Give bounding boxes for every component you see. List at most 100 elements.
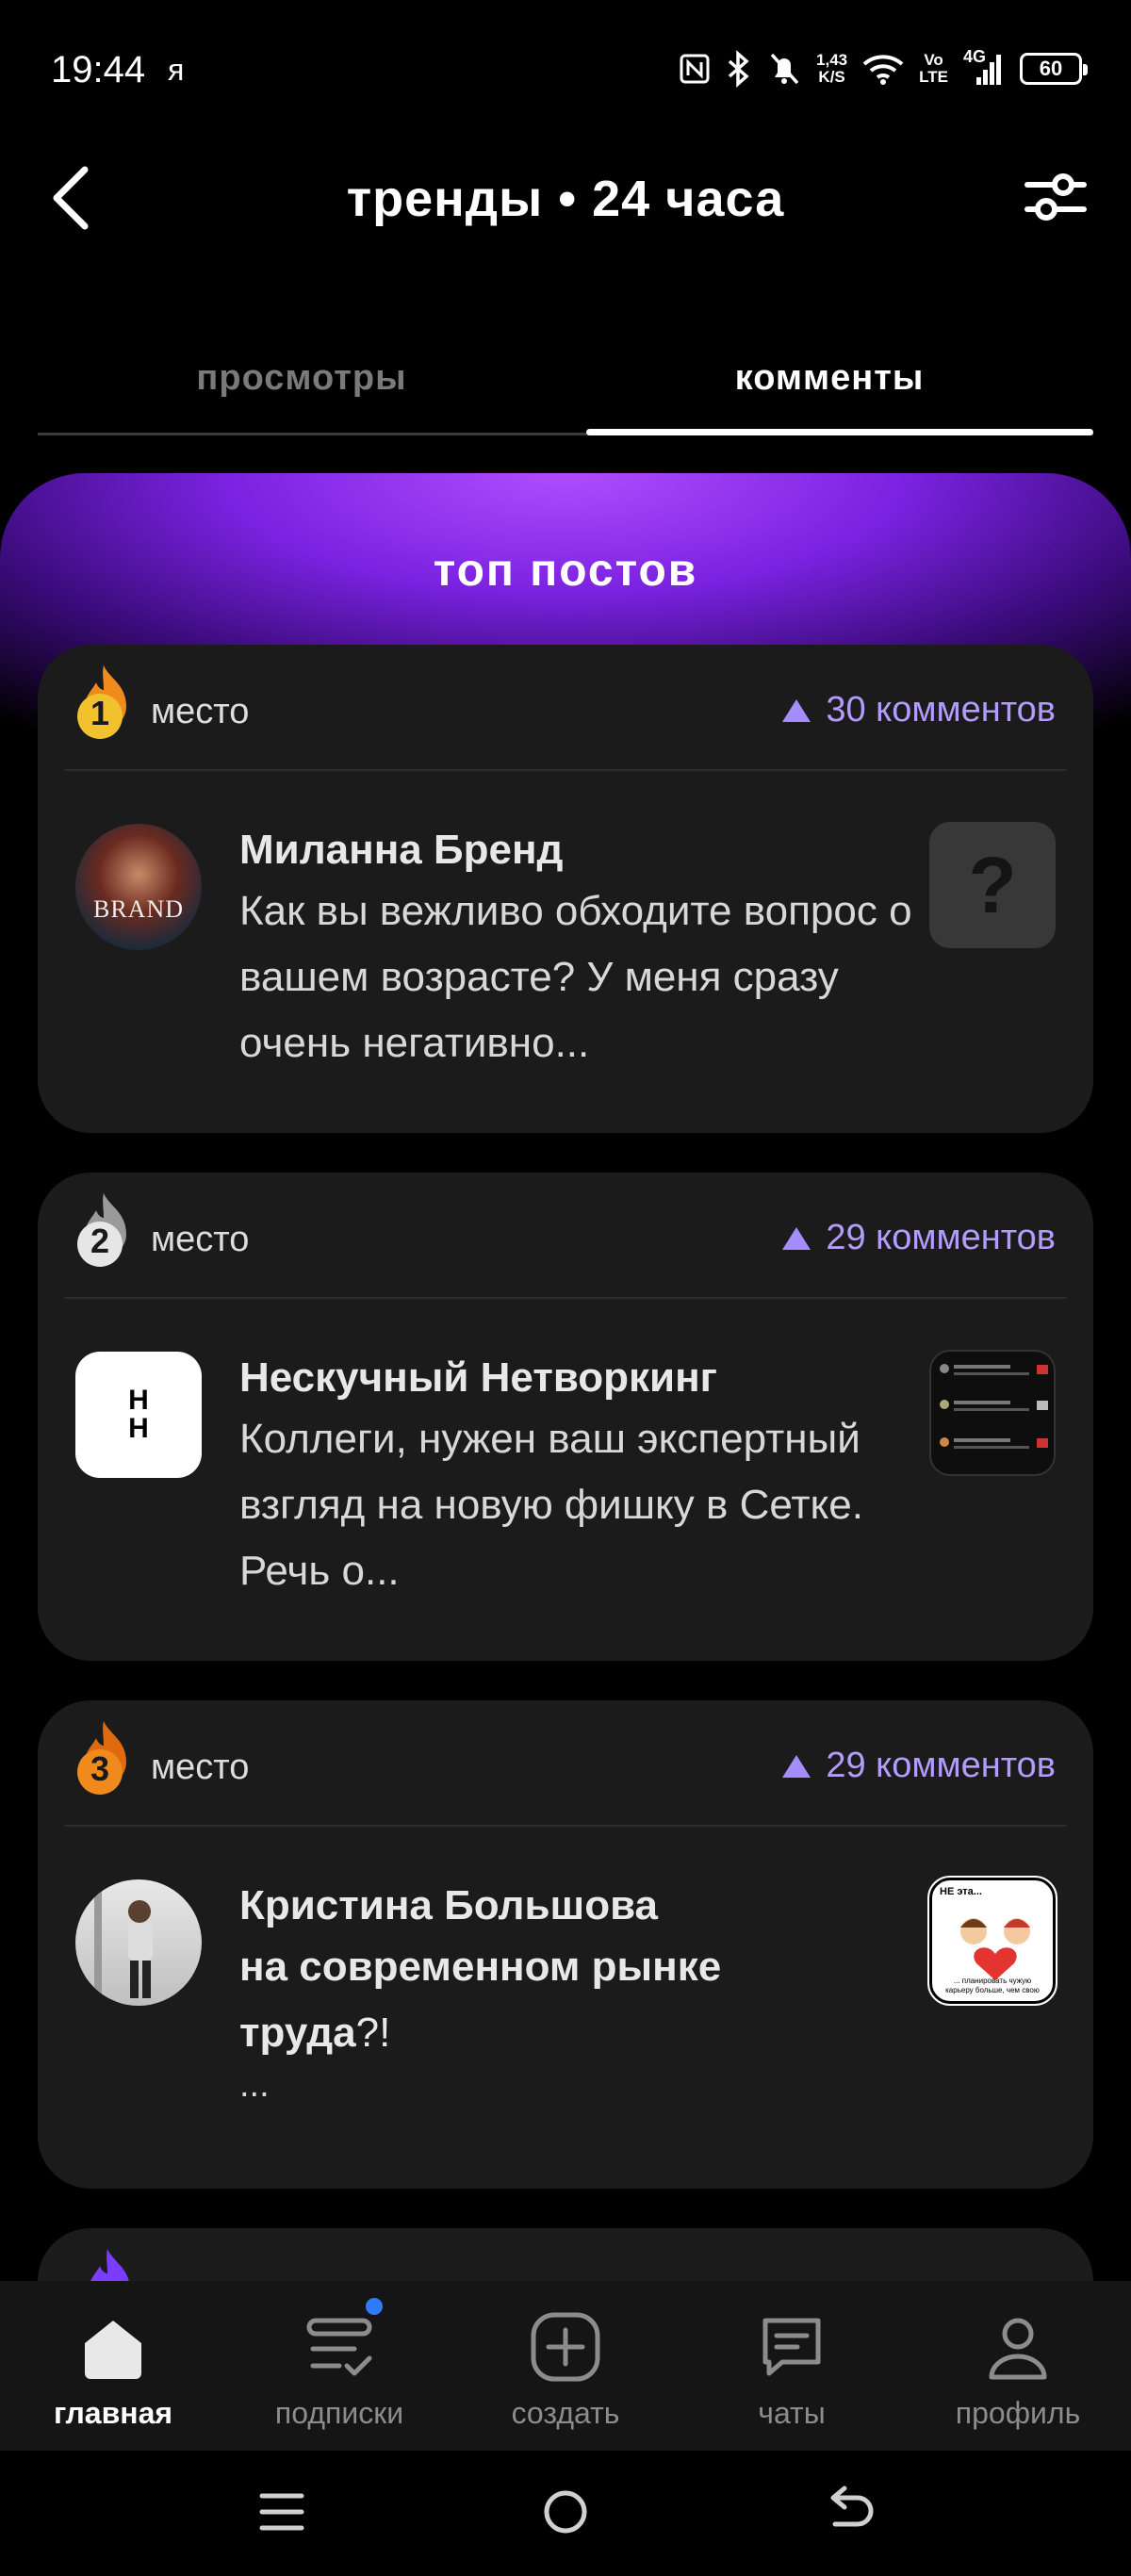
signal-icon: 4G — [963, 47, 1005, 87]
divider — [64, 769, 1067, 771]
nav-create[interactable]: создать — [452, 2281, 679, 2451]
post-excerpt: Как вы вежливо обходите вопрос о вашем в… — [239, 888, 912, 1066]
place-label: место — [151, 1747, 250, 1787]
card-header: 3 место 29 комментов — [38, 1700, 1093, 1825]
mute-bell-icon — [767, 51, 801, 87]
comments-count-text: 29 комментов — [826, 1746, 1056, 1785]
triangle-up-icon — [782, 1226, 811, 1250]
rank-number: 3 — [90, 1749, 110, 1788]
card-header: 2 место 29 комментов — [38, 1173, 1093, 1297]
post-thumbnail[interactable]: ? — [929, 822, 1056, 948]
post-thumbnail[interactable]: НЕ эта... ... планировать чужую карьеру … — [927, 1876, 1057, 2006]
nfc-icon — [679, 53, 711, 85]
net-speed-value: 1,43 — [816, 51, 848, 69]
sliders-icon — [1024, 173, 1087, 221]
avatar[interactable]: Н Н — [75, 1352, 202, 1478]
page-title: тренды • 24 часа — [346, 171, 785, 227]
status-carrier: я — [168, 53, 185, 87]
avatar-text: Н Н — [128, 1385, 149, 1444]
post-card-2[interactable]: 2 место 29 комментов Н Н Нескучный Нетво… — [38, 1173, 1093, 1661]
nav-label: главная — [53, 2396, 173, 2430]
screenshot-preview-icon — [940, 1364, 1048, 1449]
system-nav-bar — [0, 2451, 1131, 2576]
tab-views[interactable]: просмотры — [38, 339, 566, 433]
triangle-up-icon — [782, 1754, 811, 1778]
comments-count: 30 комментов — [782, 690, 1056, 730]
banner-title: топ постов — [433, 546, 698, 596]
subscriptions-icon-wrap — [302, 2298, 383, 2385]
home-icon — [85, 2321, 141, 2379]
status-bar: 19:44 я 1,43 K/S Vo LTE 4G 60 — [0, 0, 1131, 141]
author-name[interactable]: Нескучный Нетворкинг — [239, 1352, 918, 1404]
tab-bar: просмотры комменты — [38, 339, 1093, 435]
author-name[interactable]: Миланна Бренд — [239, 824, 918, 877]
nav-label: профиль — [955, 2396, 1081, 2430]
triangle-up-icon — [782, 698, 811, 722]
header: тренды • 24 часа — [0, 141, 1131, 254]
rank-number: 1 — [90, 694, 110, 732]
volte-bottom: LTE — [919, 68, 948, 86]
avatar[interactable]: BRAND — [75, 824, 202, 950]
post-excerpt: на современном рынке труда?! — [239, 1934, 918, 2066]
back-arrow-icon[interactable] — [816, 2479, 882, 2545]
volte-top: Vo — [924, 51, 943, 69]
post-content: Кристина Большова на современном рынке т… — [239, 1879, 918, 2104]
nav-label: подписки — [274, 2396, 404, 2430]
excerpt-rest: ?! — [355, 2010, 391, 2056]
nav-profile[interactable]: профиль — [905, 2281, 1131, 2451]
net-speed-unit: K/S — [818, 68, 845, 86]
net-speed: 1,43 K/S — [816, 52, 847, 86]
place-label: место — [151, 1220, 250, 1259]
status-icons: 1,43 K/S Vo LTE 4G 60 — [679, 45, 1088, 92]
post-card-3[interactable]: 3 место 29 комментов Кристина Большова н… — [38, 1700, 1093, 2189]
network-type: 4G — [963, 47, 987, 66]
comments-count: 29 комментов — [782, 1218, 1056, 1258]
divider — [64, 1297, 1067, 1299]
excerpt-ellipsis: ... — [239, 2065, 270, 2105]
menu-icon[interactable] — [249, 2479, 315, 2545]
subscriptions-icon — [306, 2318, 372, 2376]
person-photo-icon — [94, 1879, 153, 2006]
bottom-nav: главная подписки создать чаты профиль — [0, 2281, 1131, 2451]
comments-count-text: 29 комментов — [826, 1218, 1056, 1257]
status-time: 19:44 — [51, 49, 146, 90]
author-name[interactable]: Кристина Большова — [239, 1879, 918, 1932]
thumb-bottom-text: ... планировать чужую карьеру больше, че… — [945, 1977, 1040, 1994]
post-thumbnail[interactable] — [929, 1350, 1056, 1476]
post-content: Нескучный Нетворкинг Коллеги, нужен ваш … — [239, 1352, 918, 1604]
comments-count-text: 30 комментов — [826, 690, 1056, 730]
volte-indicator: Vo LTE — [919, 52, 948, 86]
question-mark-icon: ? — [968, 840, 1017, 929]
wifi-icon — [862, 53, 904, 85]
rank-number: 2 — [90, 1222, 110, 1260]
bluetooth-icon — [726, 50, 752, 88]
comments-count: 29 комментов — [782, 1746, 1056, 1786]
card-header: 1 место 30 комментов — [38, 645, 1093, 769]
create-icon — [531, 2312, 600, 2382]
post-content: Миланна Бренд Как вы вежливо обходите во… — [239, 824, 918, 1076]
chat-icon — [762, 2318, 821, 2376]
battery-icon: 60 — [1020, 53, 1088, 85]
nav-home[interactable]: главная — [0, 2281, 226, 2451]
home-circle-icon[interactable] — [533, 2479, 598, 2545]
rank-badge-1: 1 — [72, 662, 138, 747]
nav-label: чаты — [758, 2396, 826, 2430]
avatar[interactable] — [75, 1879, 202, 2006]
excerpt-line: труда?! — [239, 2000, 918, 2066]
nav-label: создать — [511, 2396, 620, 2430]
filter-button[interactable] — [1018, 160, 1093, 236]
nav-chats[interactable]: чаты — [679, 2281, 905, 2451]
divider — [64, 1825, 1067, 1827]
profile-icon — [989, 2318, 1047, 2380]
post-card-1[interactable]: 1 место 30 комментов BRAND Миланна Бренд… — [38, 645, 1093, 1133]
place-label: место — [151, 692, 250, 731]
rank-badge-2: 2 — [72, 1190, 138, 1274]
avatar-text: BRAND — [92, 895, 184, 923]
tab-comments[interactable]: комменты — [566, 339, 1093, 435]
excerpt-line: на современном рынке — [239, 1944, 722, 1990]
notification-dot — [366, 2298, 383, 2315]
rank-badge-3: 3 — [72, 1717, 138, 1802]
post-excerpt: Коллеги, нужен ваш экспертный взгляд на … — [239, 1416, 863, 1594]
nav-subscriptions[interactable]: подписки — [226, 2281, 452, 2451]
excerpt-bold: труда — [239, 2010, 356, 2056]
